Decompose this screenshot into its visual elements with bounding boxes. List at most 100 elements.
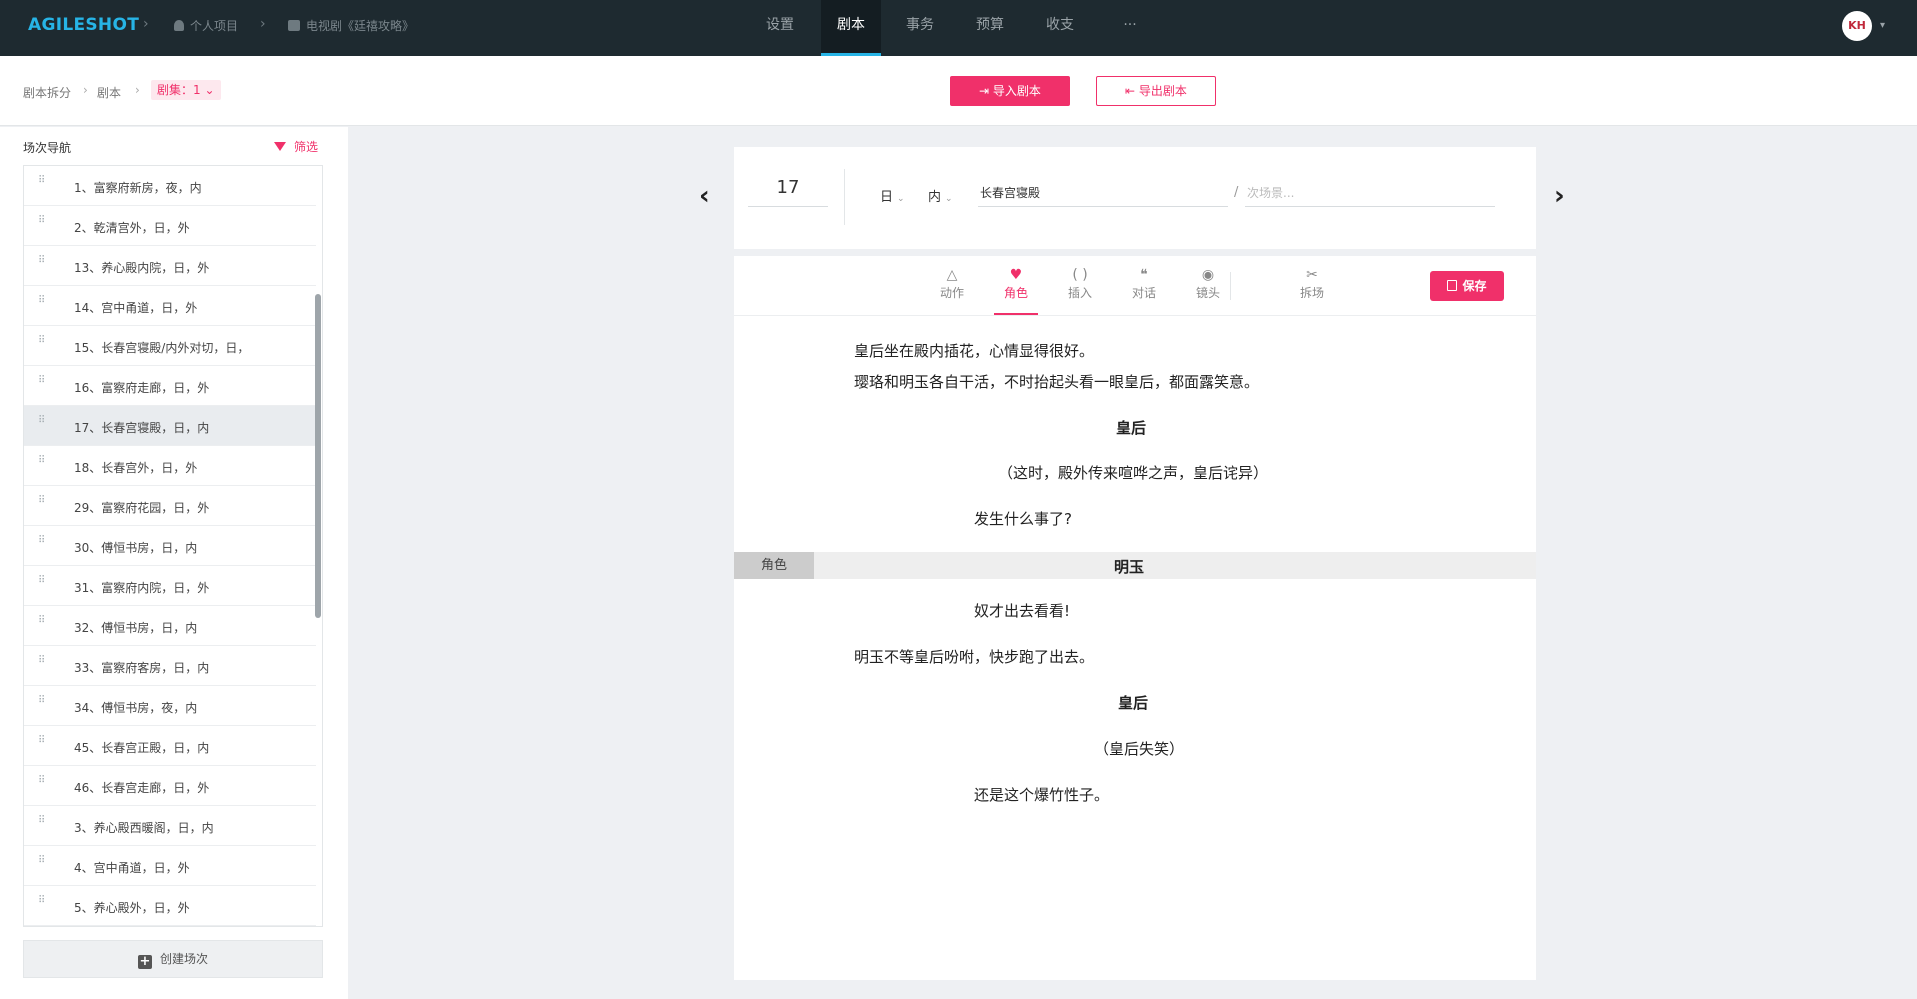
scene-list-scrollbar[interactable] [315,294,321,618]
location-input[interactable] [978,179,1228,207]
script-editor[interactable]: △ 动作 ♥ 角色 ( ) 插入 ❝ 对话 ◉ 镜头 ✂ 拆场 保存 皇后坐在殿… [734,256,1536,980]
import-script-button[interactable]: ⇥ 导入剧本 [950,76,1070,106]
time-select[interactable]: 日 ⌄ [880,186,905,205]
save-button[interactable]: 保存 [1430,271,1504,301]
nav-more[interactable]: ··· [1100,0,1160,56]
drag-handle-icon[interactable]: ⠿ [38,376,46,386]
scene-list-item[interactable]: ⠿ 16、富察府走廊，日，外 [24,366,316,406]
scene-list-item[interactable]: ⠿ 5、养心殿外，日，外 [24,886,316,926]
tool-dialogue[interactable]: ❝ 对话 [1120,266,1168,301]
character-line[interactable]: 皇后 [1118,692,1148,713]
drag-handle-icon[interactable]: ⠿ [38,776,46,786]
dialogue-line[interactable]: 奴才出去看看! [974,600,1070,621]
drag-handle-icon[interactable]: ⠿ [38,856,46,866]
tool-character-label: 角色 [1003,286,1028,300]
chevron-down-icon: ⌄ [204,83,215,97]
chevron-down-icon[interactable]: ▾ [1880,20,1885,31]
scene-list-item[interactable]: ⠿ 32、傅恒书房，日，内 [24,606,316,646]
action-line[interactable]: 皇后坐在殿内插花，心情显得很好。 [854,340,1094,361]
active-character-row[interactable]: 角色 明玉 [734,552,1536,579]
next-scene-arrow-icon[interactable]: › [1554,181,1565,211]
scene-list-item[interactable]: ⠿ 2、乾清宫外，日，外 [24,206,316,246]
scene-list[interactable]: ⠿ 1、富察府新房，夜，内 ⠿ 2、乾清宫外，日，外 ⠿ 13、养心殿内院，日，外 ⠿ 14、… [23,165,323,927]
app-logo[interactable]: AGILESHOT [28,15,139,35]
element-toolbar: △ 动作 ♥ 角色 ( ) 插入 ❝ 对话 ◉ 镜头 ✂ 拆场 保存 [734,256,1536,316]
scene-list-item[interactable]: ⠿ 46、长春宫走廊，日，外 [24,766,316,806]
filter-button[interactable]: 筛选 [274,138,318,155]
chevron-right-icon: › [260,16,266,32]
drag-handle-icon[interactable]: ⠿ [38,896,46,906]
scene-list-item[interactable]: ⠿ 13、养心殿内院，日，外 [24,246,316,286]
scene-list-item[interactable]: ⠿ 4、宫中甬道，日，外 [24,846,316,886]
nav-script[interactable]: 剧本 [821,0,881,56]
scene-number[interactable]: 17 [748,171,828,207]
drag-handle-icon[interactable]: ⠿ [38,696,46,706]
drag-handle-icon[interactable]: ⠿ [38,456,46,466]
drag-handle-icon[interactable]: ⠿ [38,536,46,546]
tool-character[interactable]: ♥ 角色 [992,266,1040,315]
scene-list-item[interactable]: ⠿ 18、长春宫外，日，外 [24,446,316,486]
scene-list-item[interactable]: ⠿ 33、富察府客房，日，内 [24,646,316,686]
character-line[interactable]: 皇后 [1116,417,1146,438]
episode-selector[interactable]: 剧集：1 ⌄ [151,80,221,100]
scene-list-item-label: 4、宫中甬道，日，外 [74,861,190,875]
action-line[interactable]: 明玉不等皇后吩咐，快步跑了出去。 [854,646,1094,667]
nav-budget[interactable]: 预算 [960,0,1020,56]
top-navbar: AGILESHOT › 个人项目 › 电视剧《廷禧攻略》 设置 剧本 事务 预算… [0,0,1917,56]
tool-shot[interactable]: ◉ 镜头 [1184,266,1232,301]
action-line[interactable]: 璎珞和明玉各自干活，不时抬起头看一眼皇后，都面露笑意。 [854,371,1259,392]
scene-list-item-label: 5、养心殿外，日，外 [74,901,190,915]
tool-parenthetical[interactable]: ( ) 插入 [1056,266,1104,301]
nav-settings[interactable]: 设置 [750,0,810,56]
drag-handle-icon[interactable]: ⠿ [38,576,46,586]
drag-handle-icon[interactable]: ⠿ [38,296,46,306]
drag-handle-icon[interactable]: ⠿ [38,616,46,626]
breadcrumb-script-breakdown[interactable]: 剧本拆分 [23,84,71,101]
sub-location-input[interactable] [1245,179,1495,207]
scene-list-item[interactable]: ⠿ 15、长春宫寝殿/内外对切，日， [24,326,316,366]
scene-list-item[interactable]: ⠿ 31、富察府内院，日，外 [24,566,316,606]
scene-list-item-label: 34、傅恒书房，夜，内 [74,701,198,715]
scene-list-item[interactable]: ⠿ 3、养心殿西暖阁，日，内 [24,806,316,846]
scene-list-item-label: 29、富察府花园，日，外 [74,501,210,515]
element-type-badge: 角色 [734,552,814,579]
camera-icon: ◉ [1201,267,1215,283]
import-icon: ⇥ [979,84,993,98]
parenthetical-line[interactable]: （皇后失笑） [1094,738,1184,759]
drag-handle-icon[interactable]: ⠿ [38,336,46,346]
tool-shot-label: 镜头 [1195,286,1220,300]
nav-finance[interactable]: 收支 [1030,0,1090,56]
drag-handle-icon[interactable]: ⠿ [38,256,46,266]
breadcrumb-project[interactable]: 个人项目 [174,17,238,34]
export-script-button[interactable]: ⇤ 导出剧本 [1096,76,1216,106]
scene-list-item[interactable]: ⠿ 45、长春宫正殿，日，内 [24,726,316,766]
character-line[interactable]: 明玉 [1114,556,1144,577]
breadcrumb-script[interactable]: 剧本 [97,84,121,101]
drag-handle-icon[interactable]: ⠿ [38,736,46,746]
drag-handle-icon[interactable]: ⠿ [38,496,46,506]
nav-tasks[interactable]: 事务 [890,0,950,56]
episode-selector-label: 剧集：1 [157,83,201,97]
tool-action[interactable]: △ 动作 [928,266,976,301]
tool-split-scene[interactable]: ✂ 拆场 [1288,266,1336,301]
drag-handle-icon[interactable]: ⠿ [38,176,46,186]
create-scene-button[interactable]: + 创建场次 [23,940,323,978]
scene-list-item[interactable]: ⠿ 1、富察府新房，夜，内 [24,166,316,206]
tool-split-scene-label: 拆场 [1299,286,1324,300]
drag-handle-icon[interactable]: ⠿ [38,416,46,426]
avatar[interactable]: KH [1842,11,1872,41]
scene-list-item[interactable]: ⠿ 29、富察府花园，日，外 [24,486,316,526]
dialogue-line[interactable]: 还是这个爆竹性子。 [974,784,1109,805]
parenthetical-line[interactable]: （这时，殿外传来喧哗之声，皇后诧异） [998,462,1268,483]
scene-list-item[interactable]: ⠿ 17、长春宫寝殿，日，内 [24,406,316,446]
breadcrumb-show[interactable]: 电视剧《廷禧攻略》 [288,17,414,34]
drag-handle-icon[interactable]: ⠿ [38,216,46,226]
scene-list-item[interactable]: ⠿ 30、傅恒书房，日，内 [24,526,316,566]
drag-handle-icon[interactable]: ⠿ [38,816,46,826]
interior-exterior-select[interactable]: 内 ⌄ [928,186,953,205]
scene-list-item[interactable]: ⠿ 34、傅恒书房，夜，内 [24,686,316,726]
drag-handle-icon[interactable]: ⠿ [38,656,46,666]
scene-list-item[interactable]: ⠿ 14、宫中甬道，日，外 [24,286,316,326]
dialogue-line[interactable]: 发生什么事了? [974,508,1072,529]
prev-scene-arrow-icon[interactable]: ‹ [699,181,710,211]
